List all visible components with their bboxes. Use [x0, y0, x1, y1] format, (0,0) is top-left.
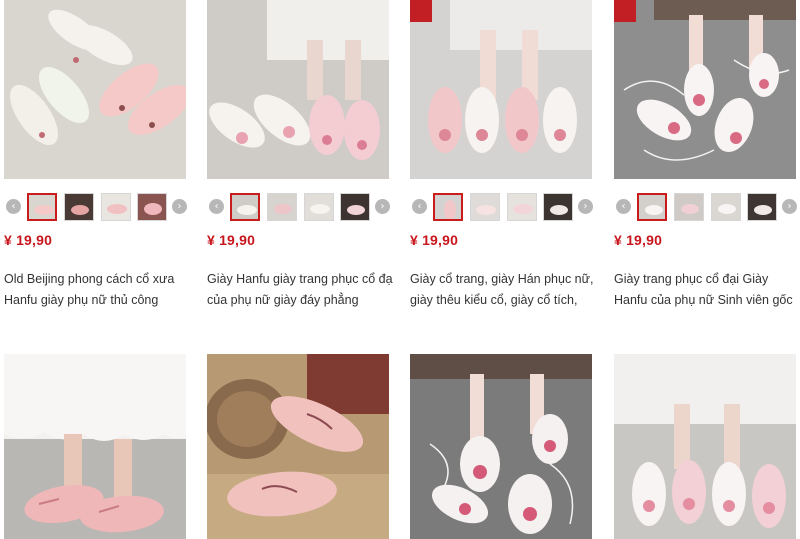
product-card-7[interactable] — [410, 354, 596, 539]
product-title-line-2[interactable]: Hanfu giày phụ nữ thủ công — [4, 290, 190, 311]
chevron-left-icon[interactable]: ‹ — [616, 199, 631, 214]
product-title-line-2[interactable]: của phụ nữ giày đáy phẳng — [207, 290, 393, 311]
thumbnail-carousel: ‹ › — [207, 192, 393, 222]
product-card-8[interactable] — [614, 354, 800, 539]
product-price: ¥ 19,90 — [614, 232, 663, 248]
product-card-5[interactable] — [4, 354, 190, 539]
product-price: ¥ 19,90 — [410, 232, 459, 248]
thumbnail[interactable] — [137, 193, 167, 221]
chevron-left-icon[interactable]: ‹ — [209, 199, 224, 214]
chevron-left-icon[interactable]: ‹ — [6, 199, 21, 214]
thumbnail[interactable] — [267, 193, 297, 221]
thumbnail-carousel: ‹ › — [4, 192, 190, 222]
thumbnail[interactable] — [543, 193, 573, 221]
thumbnail[interactable] — [637, 193, 667, 221]
product-title-line-2[interactable]: Hanfu của phụ nữ Sinh viên gốc — [614, 290, 800, 311]
thumbnail[interactable] — [747, 193, 777, 221]
product-card-6[interactable] — [207, 354, 393, 539]
product-image[interactable] — [4, 354, 186, 539]
product-price: ¥ 19,90 — [207, 232, 256, 248]
chevron-right-icon[interactable]: › — [172, 199, 187, 214]
product-card-2[interactable]: ‹ › ¥ 19,90 Giày Hanfu giày trang phục c… — [207, 0, 393, 307]
product-image[interactable] — [410, 0, 592, 179]
product-image[interactable] — [207, 354, 389, 539]
thumbnail-carousel: ‹ › — [410, 192, 596, 222]
product-card-3[interactable]: ‹ › ¥ 19,90 Giày cổ trang, giày Hán phục… — [410, 0, 596, 307]
product-title-line-2[interactable]: giày thêu kiểu cổ, giày cổ tích, — [410, 290, 596, 311]
product-title-line-1[interactable]: Giày trang phục cổ đại Giày — [614, 269, 800, 290]
thumbnail-carousel: ‹ › — [614, 192, 800, 222]
chevron-right-icon[interactable]: › — [782, 199, 797, 214]
product-image[interactable] — [614, 354, 796, 539]
thumbnail[interactable] — [340, 193, 370, 221]
thumbnail[interactable] — [507, 193, 537, 221]
product-title-line-1[interactable]: Giày Hanfu giày trang phục cổ đại — [207, 269, 393, 290]
thumbnail[interactable] — [230, 193, 260, 221]
product-card-1[interactable]: ‹ › ¥ 19,90 Old Beijing phong cách cổ xư… — [4, 0, 190, 307]
thumbnail[interactable] — [711, 193, 741, 221]
thumbnail[interactable] — [433, 193, 463, 221]
thumbnail[interactable] — [101, 193, 131, 221]
product-card-4[interactable]: ‹ › ¥ 19,90 Giày trang phục cổ đại Giày … — [614, 0, 800, 307]
thumbnail[interactable] — [64, 193, 94, 221]
thumbnail[interactable] — [470, 193, 500, 221]
thumbnail[interactable] — [27, 193, 57, 221]
product-image[interactable] — [4, 0, 186, 179]
chevron-left-icon[interactable]: ‹ — [412, 199, 427, 214]
thumbnail[interactable] — [674, 193, 704, 221]
product-price: ¥ 19,90 — [4, 232, 53, 248]
product-image[interactable] — [614, 0, 796, 179]
chevron-right-icon[interactable]: › — [375, 199, 390, 214]
product-title-line-1[interactable]: Old Beijing phong cách cổ xưa — [4, 269, 190, 290]
product-image[interactable] — [207, 0, 389, 179]
chevron-right-icon[interactable]: › — [578, 199, 593, 214]
thumbnail[interactable] — [304, 193, 334, 221]
product-title-line-1[interactable]: Giày cổ trang, giày Hán phục nữ, — [410, 269, 596, 290]
product-image[interactable] — [410, 354, 592, 539]
